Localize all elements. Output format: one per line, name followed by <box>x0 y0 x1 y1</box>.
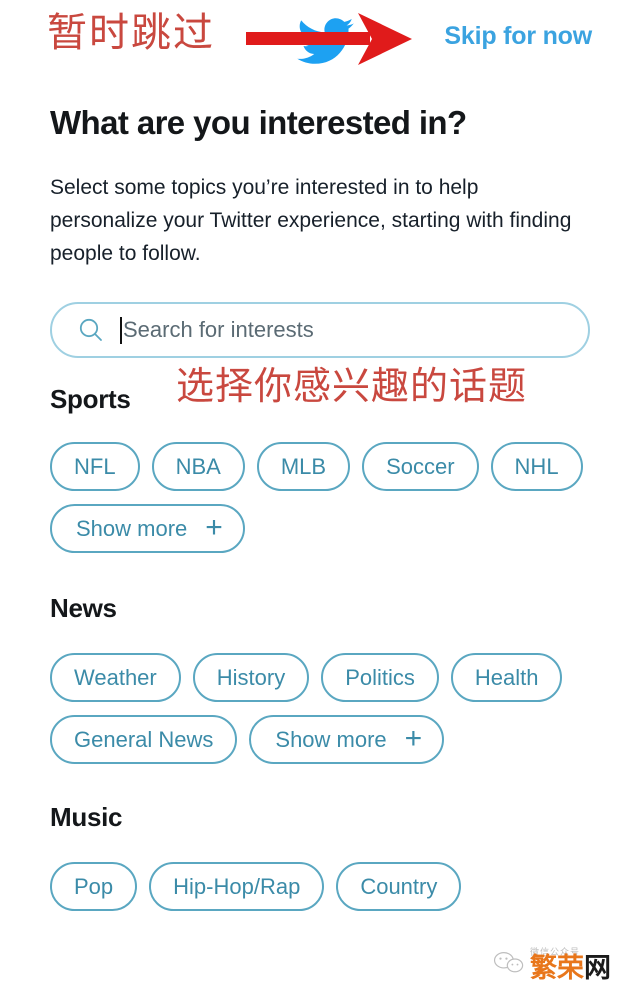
chip-soccer[interactable]: Soccer <box>362 442 479 491</box>
annotated-header-bar: 暂时跳过 Skip for now <box>0 0 640 78</box>
chip-label: Soccer <box>386 453 455 479</box>
chip-politics[interactable]: Politics <box>321 653 439 702</box>
twitter-interests-onboarding-screen: 暂时跳过 Skip for now What are you intereste… <box>0 0 640 989</box>
section-sports: Sports 选择你感兴趣的话题 NFL NBA MLB Soccer NHL … <box>0 366 640 553</box>
chip-history[interactable]: History <box>192 653 310 702</box>
chip-hip-hop-rap[interactable]: Hip-Hop/Rap <box>149 862 325 911</box>
chip-label: NFL <box>74 453 116 479</box>
main-content: What are you interested in? Select some … <box>0 78 640 911</box>
wechat-logo-icon <box>493 952 524 973</box>
chip-label: Show more <box>76 515 188 541</box>
annotation-arrow-group <box>246 12 414 66</box>
chip-label: Health <box>474 664 539 690</box>
chip-nfl[interactable]: NFL <box>50 442 140 491</box>
section-music-header: Music <box>50 802 640 842</box>
watermark-title-black: 网 <box>584 953 611 983</box>
chip-label: Hip-Hop/Rap <box>173 873 301 899</box>
news-show-more-button[interactable]: Show more + <box>249 715 445 764</box>
chip-label: NBA <box>175 453 221 479</box>
chip-general-news[interactable]: General News <box>50 715 238 764</box>
chip-label: Pop <box>74 873 114 899</box>
chip-nba[interactable]: NBA <box>151 442 245 491</box>
page-title: What are you interested in? <box>50 104 467 141</box>
chip-label: MLB <box>280 453 327 479</box>
chip-label: Weather <box>74 664 157 690</box>
search-placeholder-text: Search for interests <box>123 317 314 342</box>
chip-health[interactable]: Health <box>450 653 563 702</box>
red-arrow-icon <box>246 13 412 65</box>
chip-label: General News <box>74 726 214 752</box>
section-news: News Weather History Politics Health Gen… <box>0 593 640 764</box>
chip-label: NHL <box>514 453 559 479</box>
watermark-title-orange: 繁荣 <box>530 953 584 983</box>
text-cursor <box>120 316 122 344</box>
search-interests-field[interactable]: Search for interests <box>50 302 590 358</box>
sports-show-more-button[interactable]: Show more + <box>50 504 245 553</box>
chip-label: Country <box>360 873 438 899</box>
page-description: Select some topics you’re interested in … <box>50 176 572 265</box>
news-chip-list: Weather History Politics Health General … <box>50 653 595 764</box>
section-sports-header: Sports 选择你感兴趣的话题 <box>50 366 640 424</box>
section-title-music: Music <box>50 802 123 832</box>
chinese-topics-annotation: 选择你感兴趣的话题 <box>176 366 528 408</box>
chip-pop[interactable]: Pop <box>50 862 138 911</box>
section-news-header: News <box>50 593 640 633</box>
chip-weather[interactable]: Weather <box>50 653 181 702</box>
section-title-news: News <box>50 593 117 623</box>
chip-label: History <box>216 664 286 690</box>
chip-mlb[interactable]: MLB <box>256 442 351 491</box>
chinese-skip-annotation: 暂时跳过 <box>47 10 215 55</box>
chip-label: Show more <box>275 726 387 752</box>
chip-label: Politics <box>345 664 415 690</box>
section-title-sports: Sports <box>50 384 131 414</box>
chip-nhl[interactable]: NHL <box>490 442 583 491</box>
chip-country[interactable]: Country <box>336 862 462 911</box>
music-chip-list: Pop Hip-Hop/Rap Country <box>50 862 595 911</box>
sports-chip-list: NFL NBA MLB Soccer NHL Show more + <box>50 442 595 553</box>
search-icon <box>79 318 102 341</box>
site-watermark: 微信公众号 繁荣网 <box>486 927 636 987</box>
watermark-title: 繁荣网 <box>530 953 611 983</box>
section-music: Music Pop Hip-Hop/Rap Country <box>0 802 640 911</box>
skip-for-now-link[interactable]: Skip for now <box>444 22 592 51</box>
